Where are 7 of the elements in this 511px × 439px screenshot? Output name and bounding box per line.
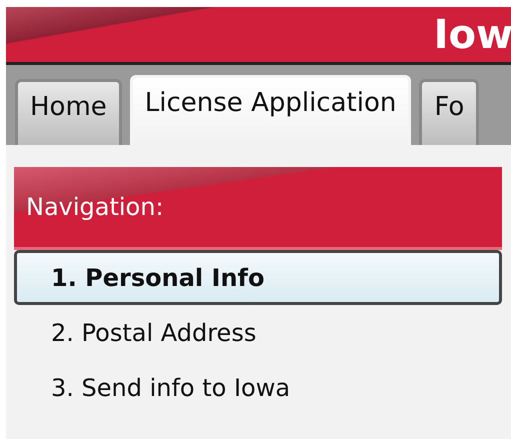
navigation-item[interactable]: 2. Postal Address: [14, 305, 502, 360]
navigation-header: Navigation:: [14, 167, 502, 250]
navigation-item[interactable]: 3. Send info to Iowa: [14, 360, 502, 415]
tab[interactable]: Fo: [419, 79, 480, 145]
tab[interactable]: License Application: [130, 75, 412, 145]
navigation-item[interactable]: 1. Personal Info: [14, 250, 502, 305]
tab[interactable]: Home: [15, 79, 122, 145]
